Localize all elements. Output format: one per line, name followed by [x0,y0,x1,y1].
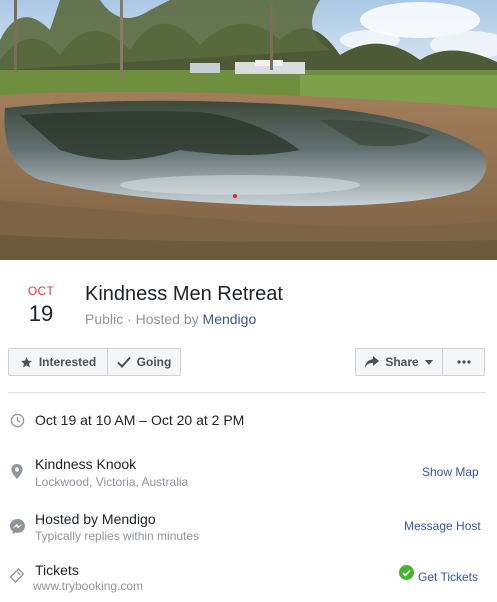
host-response-time: Typically replies within minutes [35,529,200,543]
map-pin-icon [9,463,25,479]
event-date-day: 19 [28,301,54,326]
share-button[interactable]: Share [355,348,443,376]
clock-icon [9,412,25,428]
host-link[interactable]: Mendigo [203,311,257,327]
more-dots-icon [456,360,471,364]
location-name[interactable]: Kindness Knook [35,456,136,472]
event-subtitle: Public · Hosted by Mendigo [85,311,256,327]
ticket-icon [9,567,25,583]
star-icon [20,356,33,369]
interested-button[interactable]: Interested [8,348,108,376]
checkmark-icon [116,356,131,368]
share-arrow-icon [365,356,380,368]
host-name[interactable]: Hosted by Mendigo [35,511,156,527]
event-date-month: OCT [27,284,55,298]
event-date-block: OCT 19 [18,284,64,327]
event-privacy: Public [85,311,124,327]
hosted-by-prefix: Hosted by [135,311,203,327]
location-address: Lockwood, Victoria, Australia [35,475,189,489]
event-datetime[interactable]: Oct 19 at 10 AM – Oct 20 at 2 PM [35,412,244,428]
more-options-button[interactable] [442,348,485,376]
tickets-label: Tickets [35,562,79,578]
tickets-url[interactable]: www.trybooking.com [33,579,143,593]
event-cover-photo [0,0,497,260]
messenger-icon [9,518,25,534]
going-button[interactable]: Going [107,348,181,376]
going-label: Going [136,355,172,369]
show-map-link[interactable]: Show Map [422,465,479,479]
interested-label: Interested [38,355,97,369]
share-label: Share [385,355,419,369]
chevron-down-icon [424,359,433,365]
message-host-link[interactable]: Message Host [404,519,481,533]
subtitle-separator: · [123,311,136,327]
check-circle-icon [399,565,414,580]
section-divider [8,392,486,393]
get-tickets-link[interactable]: Get Tickets [418,570,478,584]
event-title: Kindness Men Retreat [85,283,283,305]
